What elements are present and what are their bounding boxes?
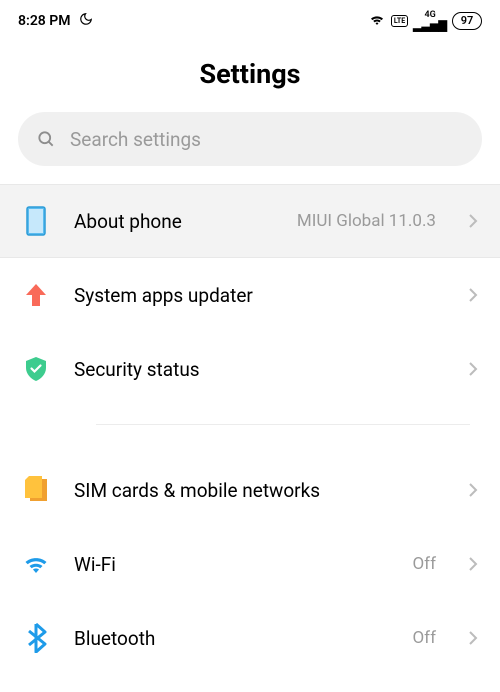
row-label: Bluetooth [74, 627, 388, 650]
network-indicator: 4G ▂▃▅▇ [413, 11, 447, 32]
section-divider [96, 424, 470, 425]
chevron-right-icon [468, 287, 478, 303]
bluetooth-icon [22, 623, 50, 653]
row-system-updater[interactable]: System apps updater [0, 258, 500, 332]
search-icon [36, 129, 56, 149]
wifi-icon [22, 553, 50, 575]
row-value: Off [412, 628, 436, 648]
row-value: MIUI Global 11.0.3 [297, 211, 436, 231]
row-wifi[interactable]: Wi-Fi Off [0, 527, 500, 601]
row-bluetooth[interactable]: Bluetooth Off [0, 601, 500, 675]
status-time: 8:28 PM [18, 13, 71, 29]
settings-list: About phone MIUI Global 11.0.3 System ap… [0, 184, 500, 675]
row-about-phone[interactable]: About phone MIUI Global 11.0.3 [0, 184, 500, 258]
chevron-right-icon [468, 361, 478, 377]
row-label: Wi-Fi [74, 553, 388, 576]
battery-indicator: 97 [452, 12, 482, 30]
search-input[interactable]: Search settings [18, 112, 482, 166]
wifi-icon [368, 12, 386, 30]
chevron-right-icon [468, 630, 478, 646]
page-title: Settings [0, 58, 500, 90]
row-security-status[interactable]: Security status [0, 332, 500, 406]
lte-badge: LTE [391, 15, 408, 27]
row-label: Security status [74, 358, 444, 381]
update-arrow-icon [22, 282, 50, 308]
row-sim-cards[interactable]: SIM cards & mobile networks [0, 453, 500, 527]
phone-icon [22, 206, 50, 236]
chevron-right-icon [468, 213, 478, 229]
status-bar: 8:28 PM LTE 4G ▂▃▅▇ 97 [0, 0, 500, 38]
shield-icon [22, 356, 50, 382]
row-label: About phone [74, 210, 273, 233]
dnd-moon-icon [79, 12, 93, 30]
row-value: Off [412, 554, 436, 574]
row-label: SIM cards & mobile networks [74, 479, 444, 502]
row-label: System apps updater [74, 284, 444, 307]
chevron-right-icon [468, 556, 478, 572]
search-placeholder: Search settings [70, 128, 201, 151]
sim-icon [22, 476, 50, 504]
chevron-right-icon [468, 482, 478, 498]
